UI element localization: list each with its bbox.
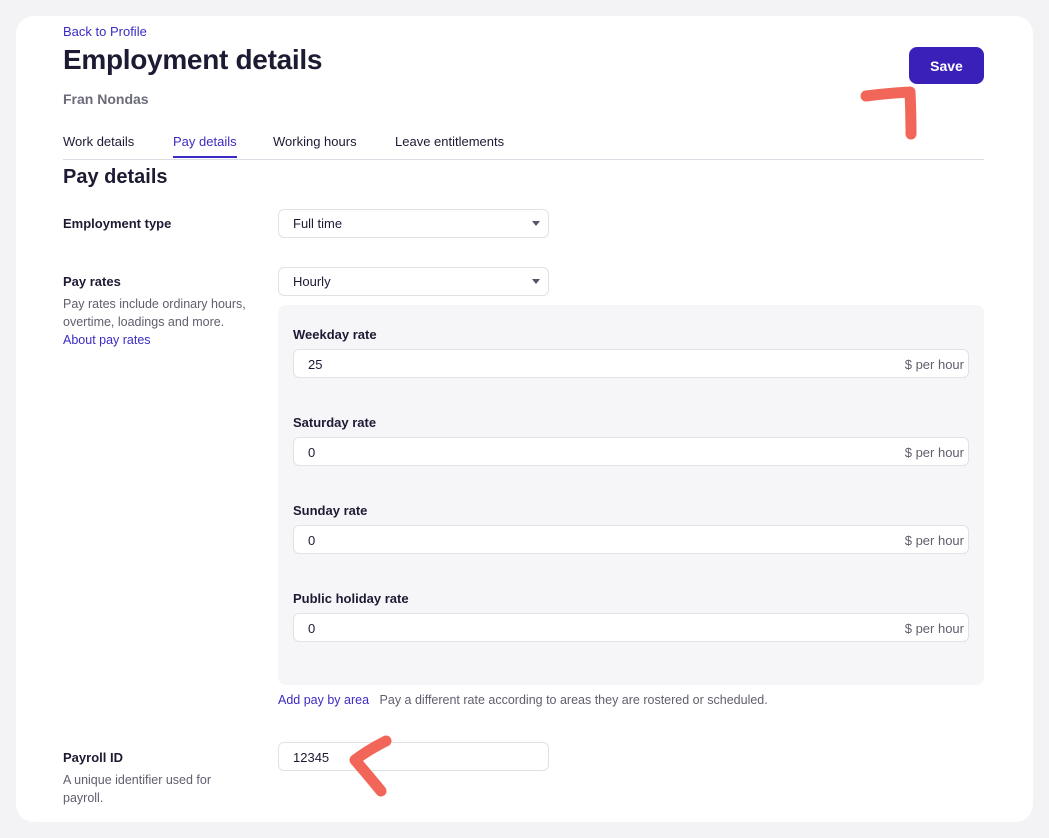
tab-bar: Work details Pay details Working hours L…: [63, 126, 984, 160]
saturday-rate-value: 0: [308, 445, 316, 460]
chevron-down-icon: [532, 279, 540, 284]
tab-work-details[interactable]: Work details: [63, 134, 134, 156]
add-pay-by-area-text: Pay a different rate according to areas …: [379, 693, 768, 707]
weekday-rate-label: Weekday rate: [293, 327, 377, 342]
payroll-id-help: A unique identifier used for payroll.: [63, 773, 212, 805]
pay-rates-help-text: Pay rates include ordinary hours, overti…: [63, 297, 246, 329]
sunday-rate-input[interactable]: 0 $ per hour: [293, 525, 969, 554]
section-title: Pay details: [63, 166, 168, 188]
saturday-rate-unit: $ per hour: [904, 445, 964, 460]
weekday-rate-input[interactable]: 25 $ per hour: [293, 349, 969, 378]
employment-details-card: Back to Profile Employment details Fran …: [16, 16, 1033, 822]
pay-rate-type-select[interactable]: Hourly: [278, 267, 549, 296]
pay-rates-help: Pay rates include ordinary hours, overti…: [63, 295, 248, 349]
sunday-rate-unit: $ per hour: [904, 533, 964, 548]
page-title: Employment details: [63, 44, 323, 75]
weekday-rate-value: 25: [308, 357, 323, 372]
payroll-id-input[interactable]: 12345: [278, 742, 549, 771]
pay-rates-label: Pay rates: [63, 274, 121, 289]
saturday-rate-label: Saturday rate: [293, 415, 377, 430]
employment-type-select[interactable]: Full time: [278, 209, 549, 238]
weekday-rate-unit: $ per hour: [904, 357, 964, 372]
public-holiday-rate-label: Public holiday rate: [293, 591, 409, 606]
sunday-rate-value: 0: [308, 533, 316, 548]
employment-type-label: Employment type: [63, 216, 172, 231]
public-holiday-rate-unit: $ per hour: [904, 621, 964, 636]
add-pay-by-area-row: Add pay by area Pay a different rate acc…: [278, 693, 768, 707]
sunday-rate-label: Sunday rate: [293, 503, 368, 518]
employee-name: Fran Nondas: [63, 91, 149, 107]
about-pay-rates-link[interactable]: About pay rates: [63, 333, 151, 347]
payroll-id-value: 12345: [293, 750, 330, 765]
payroll-id-label: Payroll ID: [63, 750, 123, 765]
pay-rate-type-value: Hourly: [293, 274, 331, 289]
public-holiday-rate-input[interactable]: 0 $ per hour: [293, 613, 969, 642]
add-pay-by-area-link[interactable]: Add pay by area: [278, 693, 369, 707]
saturday-rate-input[interactable]: 0 $ per hour: [293, 437, 969, 466]
save-button[interactable]: Save: [909, 47, 984, 84]
back-to-profile-link[interactable]: Back to Profile: [63, 24, 147, 39]
tab-leave-entitlements[interactable]: Leave entitlements: [395, 134, 504, 156]
tab-working-hours[interactable]: Working hours: [273, 134, 357, 156]
chevron-down-icon: [532, 221, 540, 226]
tab-pay-details[interactable]: Pay details: [173, 134, 237, 158]
public-holiday-rate-value: 0: [308, 621, 316, 636]
employment-type-value: Full time: [293, 216, 343, 231]
rates-panel: Weekday rate 25 $ per hour Saturday rate…: [278, 305, 984, 685]
